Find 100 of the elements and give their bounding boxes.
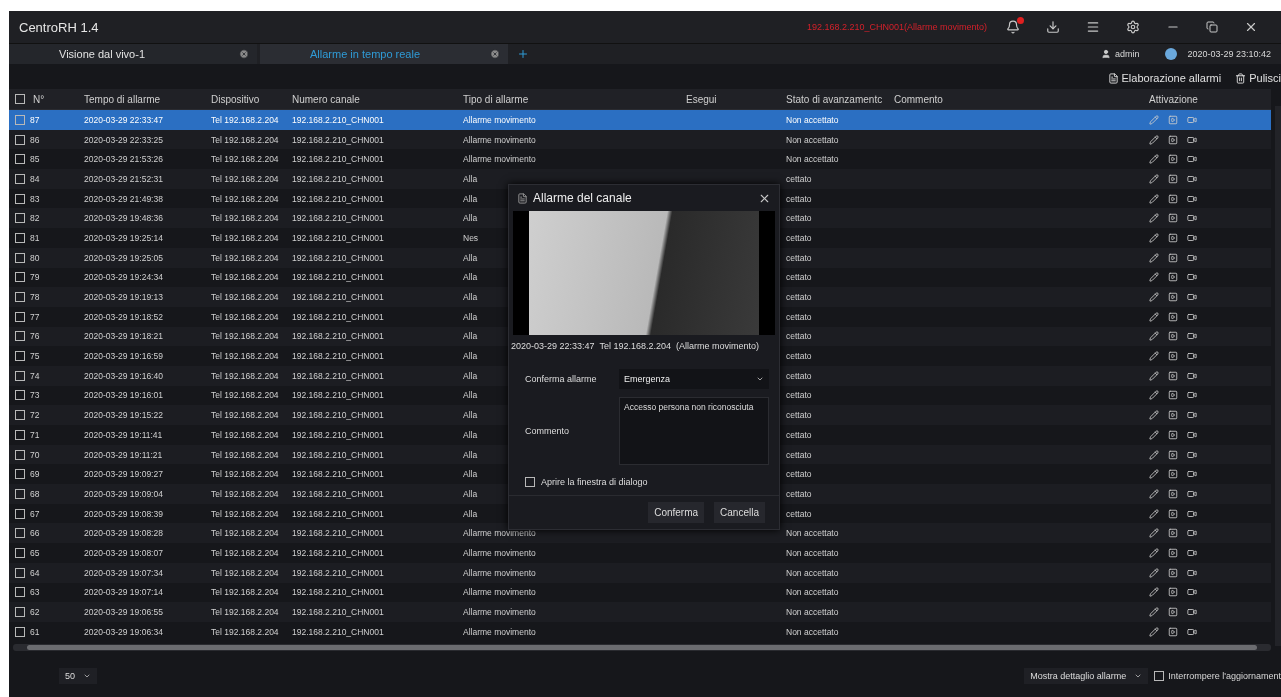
- table-cell: 2020-03-29 19:24:34: [84, 272, 163, 283]
- datetime: 2020-03-29 23:10:42: [1187, 49, 1271, 59]
- table-cell: Alla: [463, 429, 478, 440]
- column-header: Esegui: [686, 93, 717, 105]
- table-cell: 192.168.2.210_CHN001: [292, 390, 384, 401]
- table-cell: Tel 192.168.2.204: [211, 173, 279, 184]
- table-cell: 2020-03-29 19:16:01: [84, 390, 163, 401]
- table-cell: 2020-03-29 19:16:59: [84, 351, 163, 362]
- column-header: Numero canale: [292, 93, 360, 105]
- table-cell: 2020-03-29 21:53:26: [84, 154, 163, 165]
- table-cell: 2020-03-29 19:18:52: [84, 311, 163, 322]
- field-label: Conferma allarme: [524, 374, 598, 384]
- table-cell: Allarme movimento: [463, 607, 536, 618]
- table-cell: 2020-03-29 19:08:39: [84, 508, 163, 519]
- table-cell: Allarme movimento: [463, 626, 536, 637]
- alarm-notice: 192.168.2.210_CHN001(Allarme movimento): [806, 22, 987, 32]
- table-cell: Tel 192.168.2.204: [211, 607, 279, 618]
- table-cell: 66: [30, 528, 40, 539]
- table-cell: 192.168.2.210_CHN001: [292, 154, 384, 165]
- table-cell: Alla: [463, 351, 478, 362]
- table-cell: Non accettato: [786, 114, 839, 125]
- table-cell: 75: [30, 351, 40, 362]
- table-cell: 192.168.2.210_CHN001: [292, 134, 384, 145]
- table-cell: 77: [30, 311, 40, 322]
- alarm-caption: 2020-03-29 22:33:47 Tel 192.168.2.204 (Allarme movimento): [510, 340, 760, 353]
- dialog-title: Allarme del canale: [533, 191, 633, 205]
- table-cell: cettato: [786, 390, 812, 401]
- table-cell: cettato: [786, 272, 812, 283]
- table-cell: 80: [30, 252, 40, 263]
- table-cell: 72: [30, 410, 40, 421]
- table-cell: cettato: [786, 213, 812, 224]
- table-cell: 2020-03-29 22:33:47: [84, 114, 163, 125]
- table-cell: Tel 192.168.2.204: [211, 154, 279, 165]
- table-cell: Alla: [463, 193, 478, 204]
- table-cell: 65: [30, 547, 40, 558]
- column-header: Tempo di allarme: [84, 93, 161, 105]
- table-cell: 192.168.2.210_CHN001: [292, 607, 384, 618]
- table-cell: Allarme movimento: [463, 587, 536, 598]
- table-cell: Tel 192.168.2.204: [211, 488, 279, 499]
- table-cell: Tel 192.168.2.204: [211, 547, 279, 558]
- table-cell: cettato: [786, 292, 812, 303]
- column-header: N°: [33, 93, 45, 105]
- table-cell: Allarme movimento: [463, 528, 536, 539]
- table-cell: 61: [30, 626, 40, 637]
- table-cell: 2020-03-29 19:09:04: [84, 488, 163, 499]
- table-cell: 2020-03-29 19:11:21: [84, 449, 163, 460]
- table-cell: 2020-03-29 19:19:13: [84, 292, 163, 303]
- table-cell: 69: [30, 469, 40, 480]
- table-cell: 192.168.2.210_CHN001: [292, 567, 384, 578]
- table-cell: 192.168.2.210_CHN001: [292, 351, 384, 362]
- table-cell: 192.168.2.210_CHN001: [292, 429, 384, 440]
- table-cell: 74: [30, 370, 40, 381]
- table-cell: 2020-03-29 19:09:27: [84, 469, 163, 480]
- table-cell: cettato: [786, 488, 812, 499]
- table-cell: cettato: [786, 508, 812, 519]
- table-cell: 2020-03-29 22:33:25: [84, 134, 163, 145]
- table-cell: 2020-03-29 19:07:14: [84, 587, 163, 598]
- table-cell: 2020-03-29 21:52:31: [84, 173, 163, 184]
- table-cell: 192.168.2.210_CHN001: [292, 213, 384, 224]
- table-cell: Non accettato: [786, 626, 839, 637]
- table-cell: Allarme movimento: [463, 567, 536, 578]
- table-cell: 192.168.2.210_CHN001: [292, 193, 384, 204]
- table-cell: Alla: [463, 252, 478, 263]
- table-cell: cettato: [786, 370, 812, 381]
- table-cell: Nes: [463, 232, 479, 243]
- table-cell: 192.168.2.210_CHN001: [292, 528, 384, 539]
- table-cell: 83: [30, 193, 40, 204]
- table-cell: 81: [30, 232, 40, 243]
- table-cell: 2020-03-29 19:15:22: [84, 410, 163, 421]
- table-cell: Tel 192.168.2.204: [211, 410, 279, 421]
- table-cell: 2020-03-29 19:18:21: [84, 331, 163, 342]
- table-cell: 70: [30, 449, 40, 460]
- table-cell: 192.168.2.210_CHN001: [292, 331, 384, 342]
- table-cell: 86: [30, 134, 40, 145]
- table-cell: Tel 192.168.2.204: [211, 134, 279, 145]
- column-header: Attivazione: [1149, 93, 1198, 105]
- table-cell: Tel 192.168.2.204: [211, 331, 279, 342]
- table-cell: 63: [30, 587, 40, 598]
- column-header: Dispositivo: [211, 93, 260, 105]
- table-cell: Allarme movimento: [463, 154, 536, 165]
- table-cell: cettato: [786, 469, 812, 480]
- table-cell: 68: [30, 488, 40, 499]
- table-cell: Tel 192.168.2.204: [211, 528, 279, 539]
- table-cell: 192.168.2.210_CHN001: [292, 626, 384, 637]
- field-label: Commento: [524, 426, 570, 436]
- table-cell: Alla: [463, 390, 478, 401]
- table-cell: Tel 192.168.2.204: [211, 292, 279, 303]
- table-cell: Tel 192.168.2.204: [211, 114, 279, 125]
- table-cell: cettato: [786, 331, 812, 342]
- table-cell: Alla: [463, 213, 478, 224]
- table-cell: cettato: [786, 311, 812, 322]
- table-cell: Non accettato: [786, 587, 839, 598]
- column-header: Commento: [894, 93, 943, 105]
- table-cell: Tel 192.168.2.204: [211, 213, 279, 224]
- table-cell: Tel 192.168.2.204: [211, 390, 279, 401]
- table-cell: cettato: [786, 252, 812, 263]
- table-cell: cettato: [786, 232, 812, 243]
- table-cell: Non accettato: [786, 567, 839, 578]
- table-cell: 192.168.2.210_CHN001: [292, 311, 384, 322]
- table-cell: Non accettato: [786, 154, 839, 165]
